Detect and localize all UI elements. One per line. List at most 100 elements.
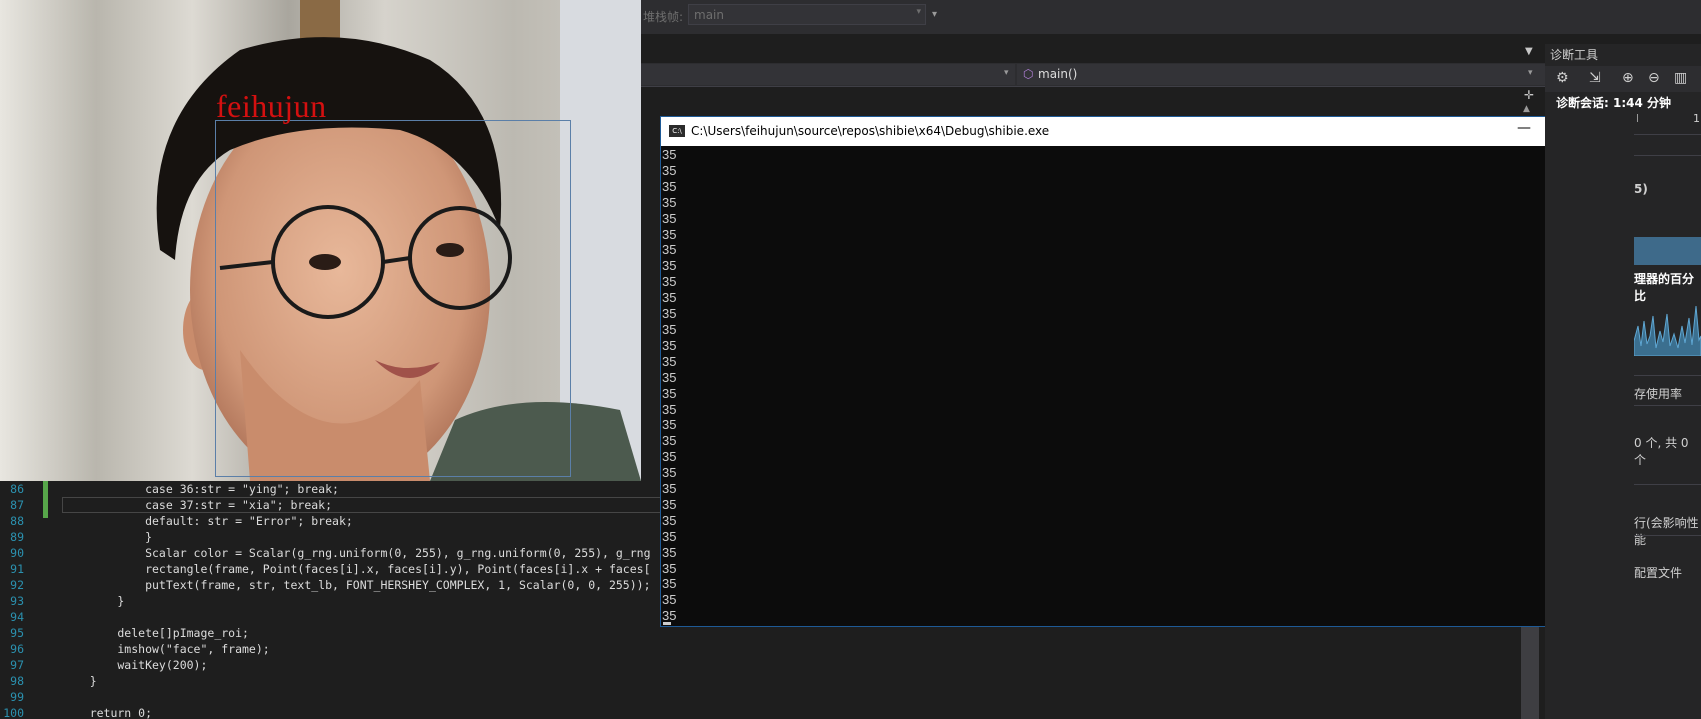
console-line: 35 xyxy=(662,512,677,528)
console-line: 35 xyxy=(662,465,677,481)
code-line[interactable]: imshow("face", frame); xyxy=(62,642,269,656)
stack-frame-label: 堆栈帧: xyxy=(643,10,684,24)
console-line: 35 xyxy=(662,353,677,369)
line-number: 93 xyxy=(10,594,24,608)
timeline-tick xyxy=(1637,114,1638,122)
code-line[interactable]: Scalar color = Scalar(g_rng.uniform(0, 2… xyxy=(62,546,650,560)
console-line: 35 xyxy=(662,337,677,353)
divider xyxy=(1634,484,1701,485)
console-line: 35 xyxy=(662,592,677,608)
chevron-down-icon: ▾ xyxy=(1528,68,1533,78)
split-window-icon[interactable]: ✛ xyxy=(1524,88,1534,102)
scroll-up-icon[interactable]: ▲ xyxy=(1523,104,1530,114)
console-line: 35 xyxy=(662,401,677,417)
tab-list-dropdown-icon[interactable]: ▼ xyxy=(1525,46,1533,57)
divider xyxy=(1634,405,1701,406)
chart-icon[interactable]: ▥ xyxy=(1674,70,1687,86)
console-line: 35 xyxy=(662,560,677,576)
line-number: 92 xyxy=(10,578,24,592)
cpu-usage-graph xyxy=(1634,305,1701,356)
console-line: 35 xyxy=(662,194,677,210)
event-count: 0 个, 共 0 个 xyxy=(1634,436,1689,467)
console-line: 35 xyxy=(662,481,677,497)
divider xyxy=(1634,535,1701,536)
code-line[interactable]: default: str = "Error"; break; xyxy=(62,514,353,528)
line-number: 95 xyxy=(10,626,24,640)
code-line[interactable]: } xyxy=(62,530,152,544)
line-number: 88 xyxy=(10,514,24,528)
code-line[interactable]: waitKey(200); xyxy=(62,658,207,672)
minimize-icon[interactable]: — xyxy=(1517,120,1531,136)
console-line: 35 xyxy=(662,147,677,162)
code-line[interactable]: } xyxy=(62,594,124,608)
console-title: C:\Users\feihujun\source\repos\shibie\x6… xyxy=(691,124,1050,138)
divider xyxy=(1634,375,1701,376)
code-line[interactable]: putText(frame, str, text_lb, FONT_HERSHE… xyxy=(62,578,650,592)
console-app-icon: C:\ xyxy=(669,125,685,137)
line-number: 97 xyxy=(10,658,24,672)
console-line: 35 xyxy=(662,306,677,322)
chevron-down-icon: ▾ xyxy=(916,7,921,17)
code-line[interactable]: delete[]pImage_roi; xyxy=(62,626,249,640)
function-cube-icon: ⬡ xyxy=(1023,67,1034,81)
console-line: 35 xyxy=(662,496,677,512)
console-line: 35 xyxy=(662,576,677,592)
console-line: 35 xyxy=(662,242,677,258)
zoom-out-icon[interactable]: ⊖ xyxy=(1648,70,1660,86)
editor-scrollbar[interactable] xyxy=(1521,625,1539,719)
console-line: 35 xyxy=(662,178,677,194)
line-number: 89 xyxy=(10,530,24,544)
function-name: main() xyxy=(1038,67,1078,81)
toolbar-overflow-icon[interactable]: ▾ xyxy=(932,9,937,20)
console-cursor xyxy=(663,622,671,625)
line-number: 96 xyxy=(10,642,24,656)
stack-frame-value: main xyxy=(694,8,724,22)
console-window[interactable]: C:\ C:\Users\feihujun\source\repos\shibi… xyxy=(660,116,1637,627)
code-line[interactable]: return 0; xyxy=(62,706,152,719)
code-lines[interactable]: 86 case 36:str = "ying"; break; 87 case 3… xyxy=(0,480,660,719)
console-line: 35 xyxy=(662,385,677,401)
diagnostics-panel xyxy=(1545,44,1701,719)
console-line: 35 xyxy=(662,162,677,178)
function-dropdown[interactable] xyxy=(1017,64,1545,85)
console-line: 35 xyxy=(662,417,677,433)
console-line: 35 xyxy=(662,290,677,306)
line-number: 98 xyxy=(10,674,24,688)
console-line: 35 xyxy=(662,226,677,242)
events-label: 5) xyxy=(1634,182,1648,196)
stack-frame-dropdown[interactable]: main ▾ xyxy=(688,4,926,25)
console-line: 35 xyxy=(662,210,677,226)
console-line: 35 xyxy=(662,433,677,449)
console-output[interactable]: 35 35 35 35 35 35 35 35 35 35 35 35 35 35 35 35 35 35 35 35… xyxy=(661,146,1619,626)
face-detection-box xyxy=(215,120,571,477)
console-line: 35 xyxy=(662,449,677,465)
console-line: 35 xyxy=(662,321,677,337)
gear-icon[interactable]: ⚙ xyxy=(1556,70,1569,86)
scope-dropdown[interactable] xyxy=(590,64,1015,85)
line-number: 91 xyxy=(10,562,24,576)
line-number: 90 xyxy=(10,546,24,560)
console-line: 35 xyxy=(662,258,677,274)
code-line[interactable]: case 36:str = "ying"; break; xyxy=(62,482,339,496)
divider xyxy=(1634,155,1701,156)
change-marker xyxy=(43,480,48,518)
line-number: 87 xyxy=(10,498,24,512)
export-icon[interactable]: ⇲ xyxy=(1589,70,1601,86)
code-line[interactable]: rectangle(frame, Point(faces[i].x, faces… xyxy=(62,562,650,576)
timeline-ruler xyxy=(1634,112,1701,135)
line-number: 100 xyxy=(3,706,24,719)
session-band xyxy=(1634,237,1701,265)
code-line[interactable]: } xyxy=(62,674,97,688)
face-label: feihujun xyxy=(216,88,327,124)
profile-link[interactable]: 配置文件 xyxy=(1634,564,1682,581)
console-line: 35 xyxy=(662,528,677,544)
memory-usage-tab[interactable]: 存使用率 xyxy=(1634,385,1682,402)
line-number: 86 xyxy=(10,482,24,496)
console-title-bar[interactable]: C:\ C:\Users\feihujun\source\repos\shibi… xyxy=(661,117,1636,146)
timeline-tick-label: 1 xyxy=(1693,112,1700,125)
current-line-highlight xyxy=(62,497,660,513)
zoom-in-icon[interactable]: ⊕ xyxy=(1622,70,1634,86)
editor-tab-strip xyxy=(590,44,1545,62)
console-line: 35 xyxy=(662,544,677,560)
performance-option[interactable]: 行(会影响性能 xyxy=(1634,514,1701,548)
